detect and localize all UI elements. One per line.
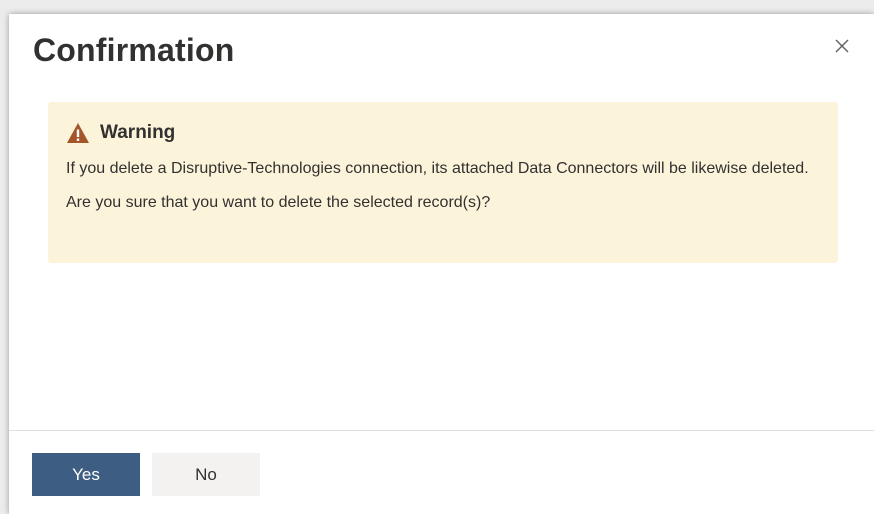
yes-button[interactable]: Yes [32,453,140,496]
warning-message: If you delete a Disruptive-Technologies … [66,160,809,177]
confirmation-dialog: Confirmation Warning If you delete a Dis… [9,14,874,514]
no-button[interactable]: No [152,453,260,496]
dialog-title: Confirmation [33,32,235,68]
warning-message-box: Warning If you delete a Disruptive-Techn… [48,102,838,263]
warning-triangle-icon [67,123,89,143]
close-icon [835,39,849,53]
warning-header: Warning [66,122,820,144]
confirmation-question: Are you sure that you want to delete the… [66,194,491,211]
footer-divider [9,430,874,431]
warning-title: Warning [100,122,176,143]
close-button[interactable] [832,36,852,56]
